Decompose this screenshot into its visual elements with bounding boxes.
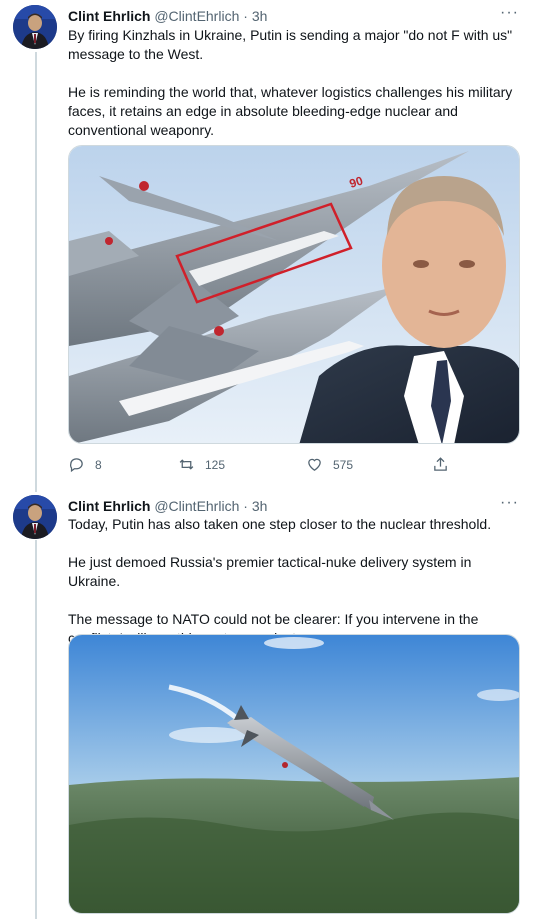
timestamp[interactable]: 3h	[252, 498, 268, 514]
share-button[interactable]	[432, 456, 459, 473]
author-name[interactable]: Clint Ehrlich	[68, 498, 150, 514]
avatar[interactable]	[13, 5, 57, 49]
separator: ·	[243, 498, 248, 514]
tweet-image-missile[interactable]	[68, 634, 520, 914]
avatar[interactable]	[13, 495, 57, 539]
tweet-header: Clint Ehrlich @ClintEhrlich · 3h	[68, 497, 267, 515]
tweet-text: Today, Putin has also taken one step clo…	[68, 515, 523, 648]
more-horizontal-icon[interactable]: ···	[500, 4, 519, 22]
tweet-paragraph: He just demoed Russia's premier tactical…	[68, 554, 472, 589]
more-horizontal-icon[interactable]: ···	[500, 494, 519, 512]
share-icon	[434, 457, 447, 471]
tweet-paragraph: By firing Kinzhals in Ukraine, Putin is …	[68, 27, 513, 62]
tweet-paragraph: He is reminding the world that, whatever…	[68, 84, 513, 138]
heart-icon	[308, 458, 321, 471]
author-name[interactable]: Clint Ehrlich	[68, 8, 150, 24]
author-handle[interactable]: @ClintEhrlich	[154, 498, 239, 514]
tweet-text: By firing Kinzhals in Ukraine, Putin is …	[68, 26, 523, 140]
like-count: 575	[333, 457, 354, 472]
retweet-count: 125	[205, 457, 226, 472]
reply-icon	[70, 458, 83, 473]
separator: ·	[243, 8, 248, 24]
tweet-image-jets[interactable]: 90	[68, 145, 520, 444]
tweet-header: Clint Ehrlich @ClintEhrlich · 3h	[68, 7, 267, 25]
like-button[interactable]: 575	[306, 456, 353, 473]
author-handle[interactable]: @ClintEhrlich	[154, 8, 239, 24]
retweet-icon	[179, 459, 194, 470]
retweet-button[interactable]: 125	[178, 456, 225, 473]
tweet[interactable]: Clint Ehrlich @ClintEhrlich · 3h ··· Tod…	[0, 490, 533, 919]
timestamp[interactable]: 3h	[252, 8, 268, 24]
reply-count: 8	[95, 457, 102, 472]
reply-button[interactable]: 8	[68, 456, 102, 473]
tweet-actions: 8 125 575	[68, 456, 448, 476]
tweet[interactable]: Clint Ehrlich @ClintEhrlich · 3h ··· By …	[0, 0, 533, 490]
tweet-paragraph: Today, Putin has also taken one step clo…	[68, 516, 492, 532]
